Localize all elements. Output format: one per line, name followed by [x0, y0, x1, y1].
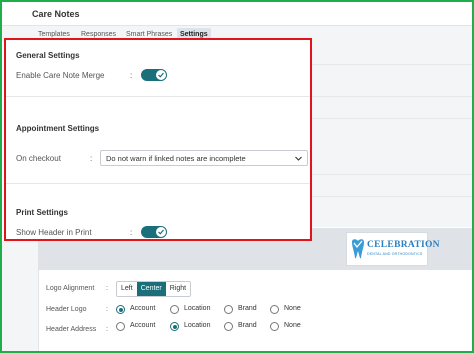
- header-address-label: Header Address: [46, 326, 97, 333]
- right-background: [312, 42, 472, 227]
- page-header: Care Notes: [2, 2, 472, 26]
- header-address-account-label: Account: [130, 322, 156, 329]
- highlighted-settings-box: General Settings Enable Care Note Merge …: [4, 38, 312, 241]
- logo-name: CELEBRATION: [367, 240, 440, 250]
- logo-alignment-label: Logo Alignment: [46, 285, 95, 292]
- header-logo-location-label: Location: [184, 305, 211, 312]
- practice-logo: CELEBRATION DENTAL AND ORTHODONTICS: [346, 232, 440, 266]
- colon: :: [106, 285, 108, 292]
- align-center-button[interactable]: Center: [136, 282, 166, 296]
- merge-toggle[interactable]: [141, 69, 167, 81]
- colon: :: [106, 306, 108, 313]
- tooth-logo-icon: [352, 239, 364, 259]
- logo-tagline: DENTAL AND ORTHODONTICS: [367, 252, 423, 256]
- right-divider: [312, 64, 472, 65]
- header-address-location-label: Location: [184, 322, 211, 329]
- show-header-label: Show Header in Print: [16, 228, 92, 237]
- general-settings-title: General Settings: [16, 51, 80, 60]
- check-icon: [156, 227, 166, 237]
- header-logo-location-radio[interactable]: [170, 305, 179, 314]
- right-divider: [312, 118, 472, 119]
- header-address-brand-label: Brand: [238, 322, 257, 329]
- print-header-preview: [38, 240, 312, 270]
- header-logo-none-label: None: [284, 305, 301, 312]
- right-divider: [312, 174, 472, 175]
- header-logo-label: Header Logo: [46, 306, 87, 313]
- page-title: Care Notes: [32, 9, 80, 19]
- align-left-button[interactable]: Left: [117, 282, 137, 296]
- check-icon: [156, 70, 166, 80]
- header-logo-account-radio[interactable]: [116, 305, 125, 314]
- appointment-settings-title: Appointment Settings: [16, 124, 100, 133]
- checkout-select[interactable]: Do not warn if linked notes are incomple…: [100, 150, 308, 166]
- header-address-account-radio[interactable]: [116, 322, 125, 331]
- header-address-location-radio[interactable]: [170, 322, 179, 331]
- section-divider: [6, 96, 310, 97]
- checkout-select-value: Do not warn if linked notes are incomple…: [106, 154, 246, 163]
- colon: :: [130, 71, 133, 80]
- section-divider: [6, 183, 310, 184]
- colon: :: [106, 326, 108, 333]
- header-address-none-label: None: [284, 322, 301, 329]
- print-settings-title: Print Settings: [16, 208, 69, 217]
- colon: :: [130, 228, 133, 237]
- chevron-down-icon: [295, 156, 302, 161]
- right-divider: [312, 96, 472, 97]
- logo-alignment-control: Left Center Right: [116, 281, 192, 297]
- colon: :: [90, 154, 93, 163]
- show-header-toggle[interactable]: [141, 226, 167, 238]
- align-right-button[interactable]: Right: [166, 282, 190, 296]
- checkout-label: On checkout: [16, 154, 61, 163]
- header-logo-brand-label: Brand: [238, 305, 257, 312]
- header-logo-account-label: Account: [130, 305, 156, 312]
- left-background: [2, 241, 38, 351]
- header-address-none-radio[interactable]: [270, 322, 279, 331]
- header-logo-none-radio[interactable]: [270, 305, 279, 314]
- merge-label: Enable Care Note Merge: [16, 71, 105, 80]
- right-divider: [312, 196, 472, 197]
- header-address-brand-radio[interactable]: [224, 322, 233, 331]
- header-logo-brand-radio[interactable]: [224, 305, 233, 314]
